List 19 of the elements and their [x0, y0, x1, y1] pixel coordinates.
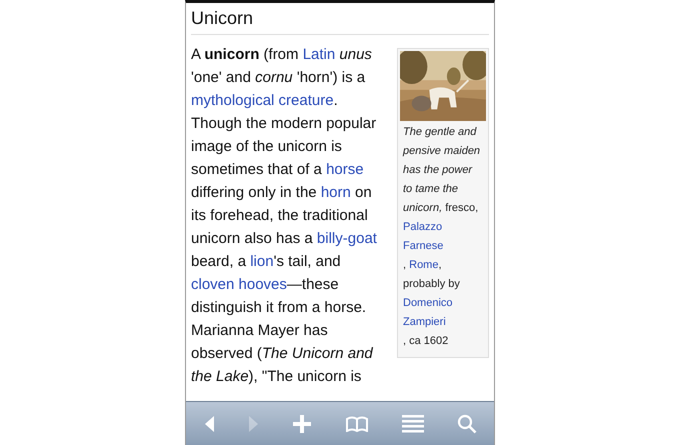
article-link[interactable]: Latin	[302, 46, 336, 63]
article-title: Unicorn	[191, 3, 489, 35]
caption-link[interactable]: Domenico Zampieri	[403, 294, 481, 332]
article-link[interactable]: horse	[326, 161, 364, 178]
caption-link[interactable]: Rome	[409, 256, 438, 275]
image-caption: The gentle and pensive maiden has the power to tame the unicorn, fresco, Palazzo Farnese , Rome, probably by Domenico Zampieri , ca 1602	[402, 125, 482, 349]
left-arrow-icon	[202, 414, 215, 432]
plus-icon	[293, 414, 312, 432]
caption-link[interactable]: Palazzo Farnese	[403, 218, 481, 256]
list-icon	[402, 414, 424, 432]
article-link[interactable]: lion	[250, 253, 274, 270]
article-link[interactable]: cloven hooves	[191, 276, 287, 293]
article-link[interactable]: mythological creature	[191, 92, 334, 109]
search-icon	[457, 414, 478, 434]
right-arrow-icon	[248, 414, 260, 432]
book-icon	[344, 416, 369, 432]
article-link[interactable]: horn	[320, 184, 351, 201]
article-link[interactable]: billy-goat	[316, 230, 377, 247]
article-paragraph: A unicorn (from Latin unus 'one' and cornu 'horn') is a mythological creature. Though the modern popular image of the unicorn is sometimes that of a horse differing only in the horn on its forehead, the traditional unicorn also has a billy-goat beard, a lion's tail, and cloven hooves—these distinguish it from a horse. Marianna Mayer has observed (The Unicorn and the Lake), "The unicorn is	[191, 45, 378, 387]
